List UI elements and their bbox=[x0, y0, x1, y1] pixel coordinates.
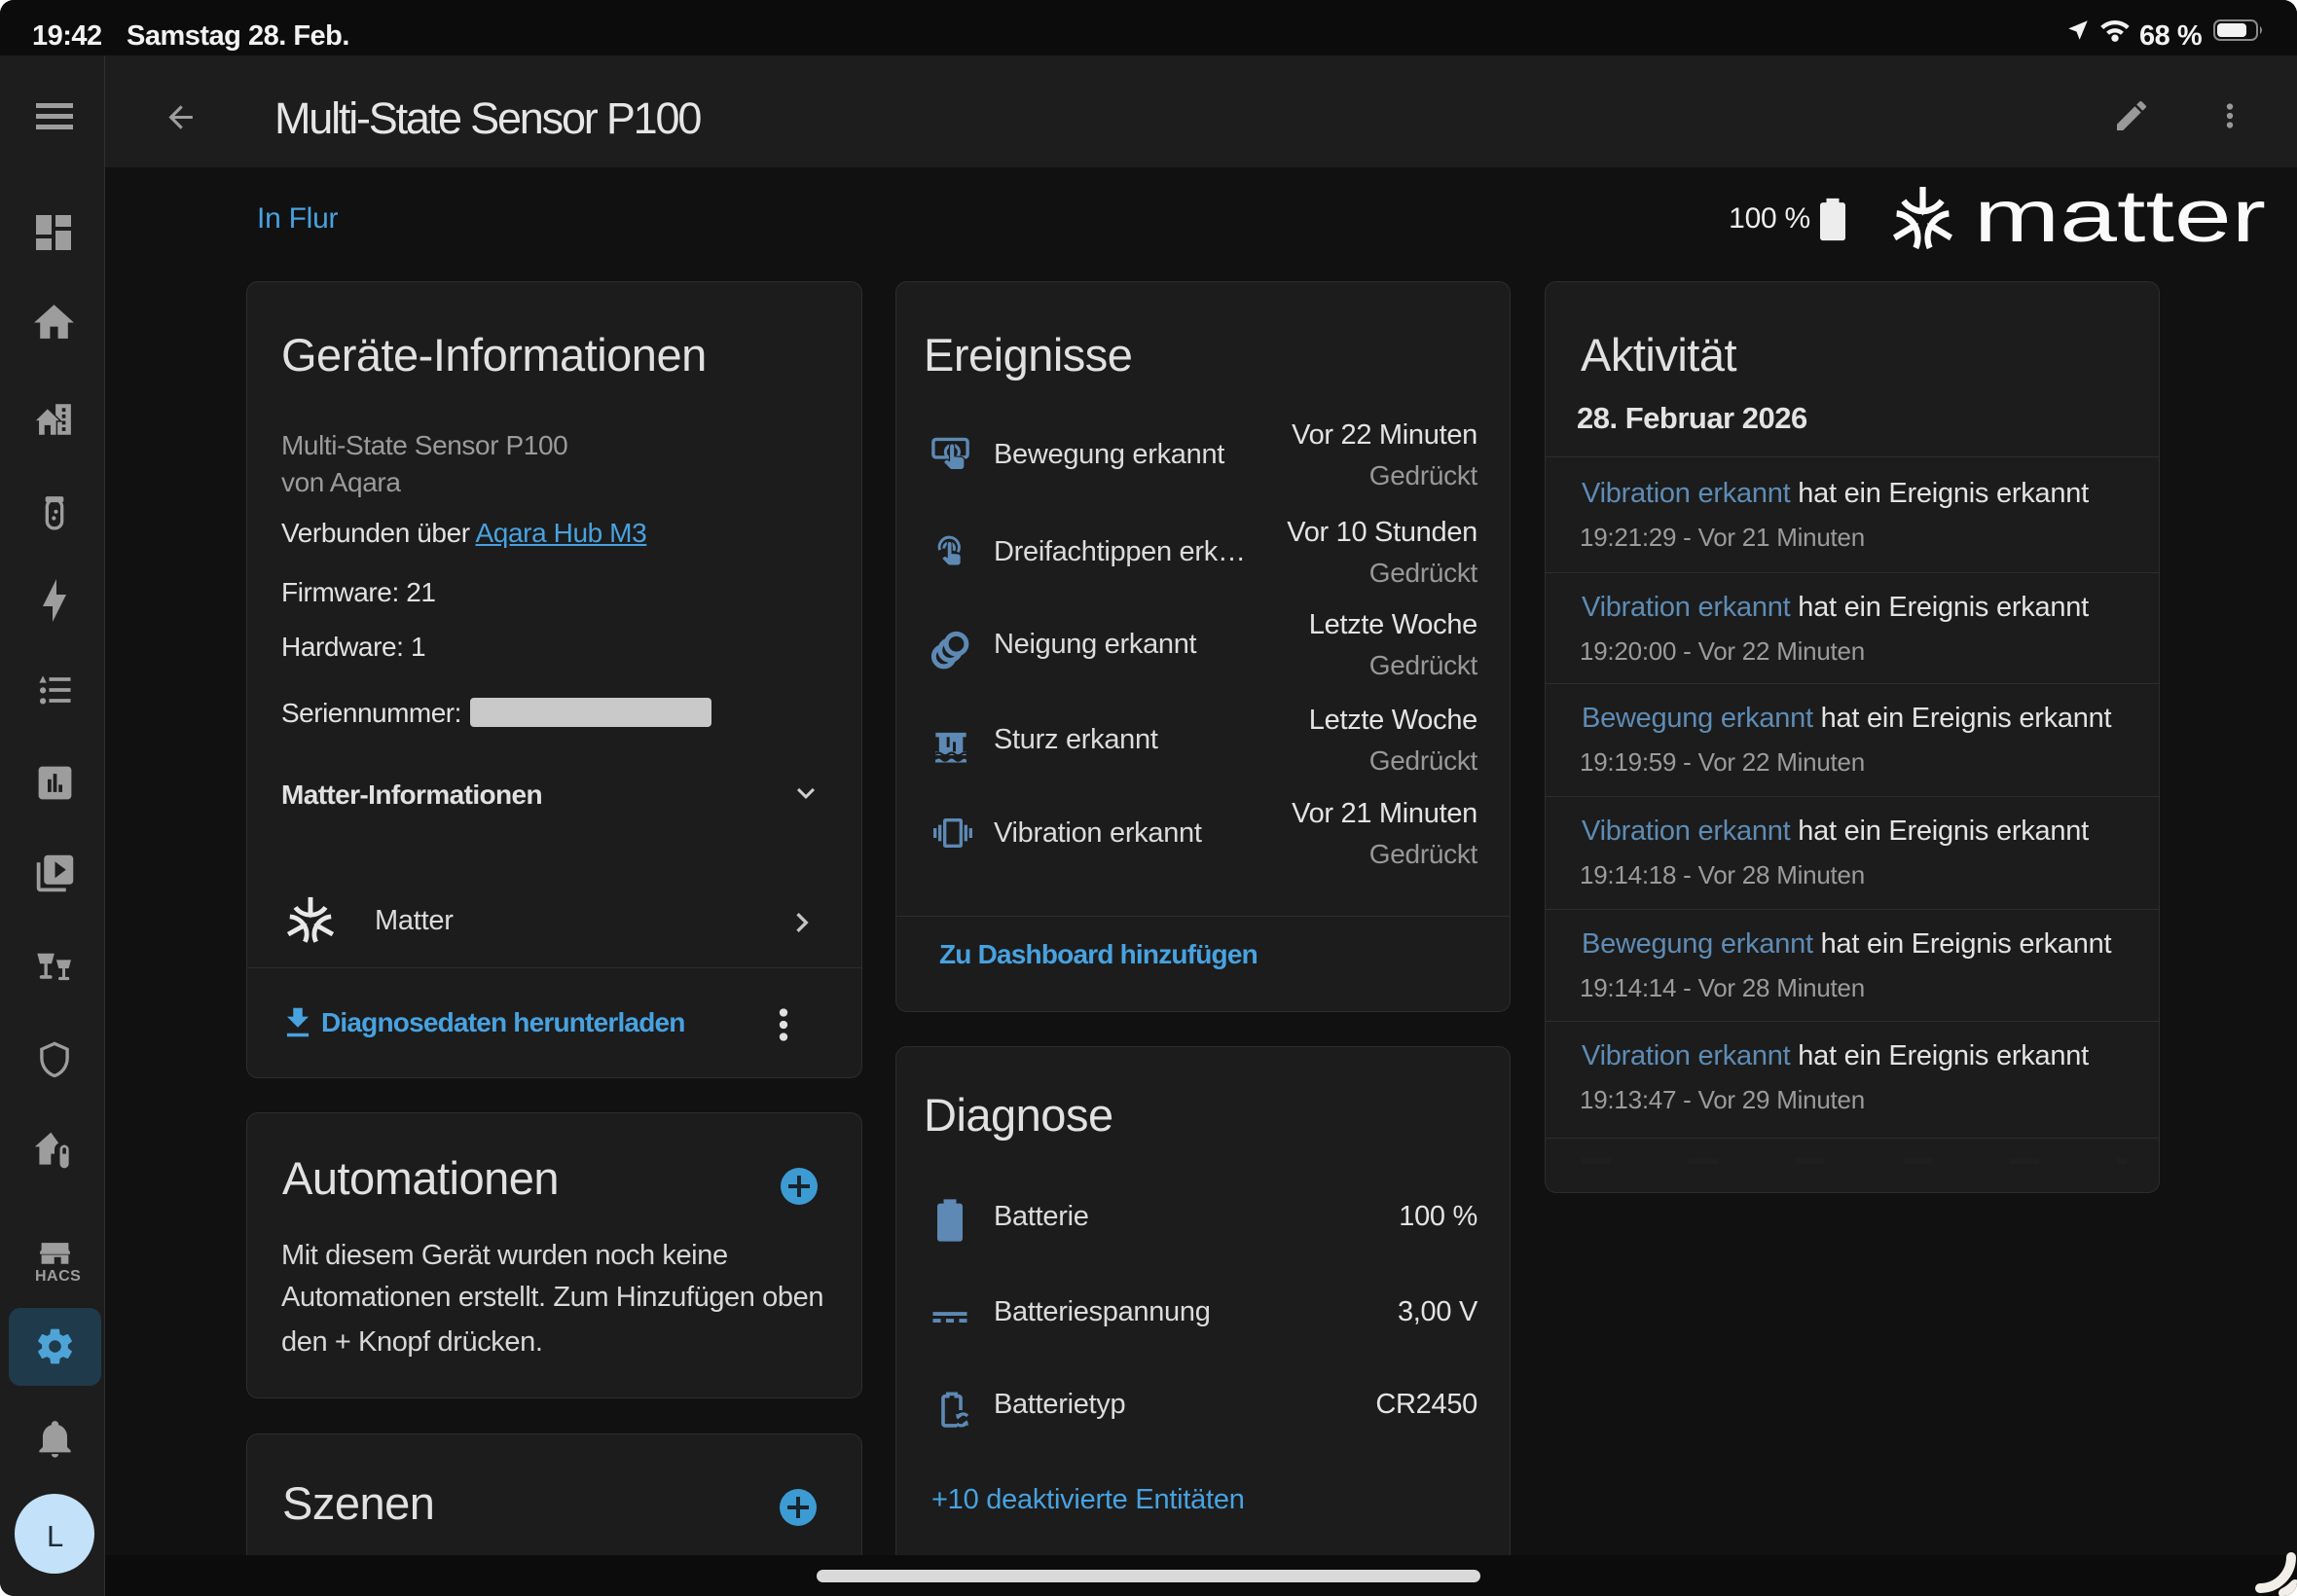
svg-text:matter: matter bbox=[1974, 175, 2266, 258]
